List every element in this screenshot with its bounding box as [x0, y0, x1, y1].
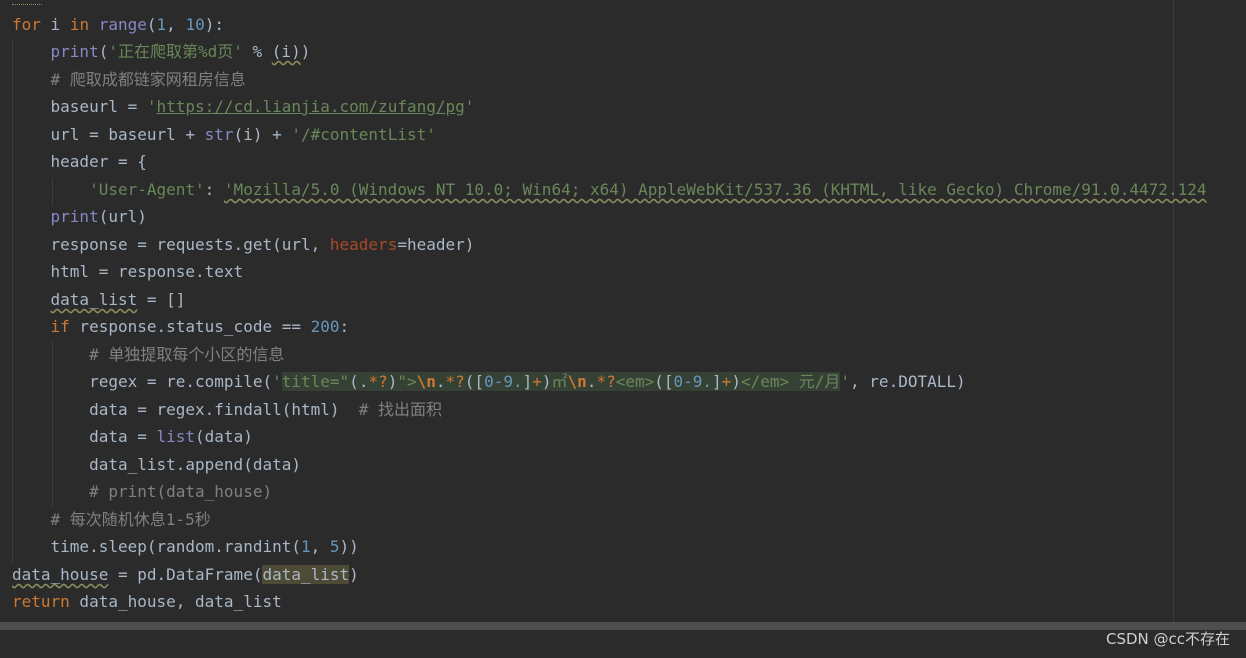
code-line-11[interactable]: data_list = []: [12, 286, 186, 313]
code-line-7[interactable]: 'User-Agent': 'Mozilla/5.0 (Windows NT 1…: [12, 176, 1206, 203]
code-line-9[interactable]: response = requests.get(url, headers=hea…: [12, 231, 475, 258]
watermark: CSDN @cc不存在: [1105, 630, 1230, 648]
code-line-10[interactable]: html = response.text: [12, 258, 244, 285]
code-line-2[interactable]: print('正在爬取第%d页' % (i)): [12, 38, 311, 65]
code-line-5[interactable]: url = baseurl + str(i) + '/#contentList': [12, 121, 436, 148]
code-editor[interactable]: for i in range(1, 10): print('正在爬取第%d页' …: [0, 0, 1246, 622]
code-line-17[interactable]: data_list.append(data): [12, 451, 301, 478]
code-line-22[interactable]: return data_house, data_list: [12, 588, 282, 615]
code-line-19[interactable]: # 每次随机休息1-5秒: [12, 506, 211, 533]
code-line-21[interactable]: data_house = pd.DataFrame(data_list): [12, 561, 359, 588]
code-line-16[interactable]: data = list(data): [12, 423, 253, 450]
code-line-14[interactable]: regex = re.compile('title="(.*?)">\n.*?(…: [12, 368, 966, 395]
code-line-13[interactable]: # 单独提取每个小区的信息: [12, 341, 284, 368]
code-line-15[interactable]: data = regex.findall(html) # 找出面积: [12, 396, 442, 423]
horizontal-scrollbar[interactable]: [0, 622, 1246, 630]
code-line-4[interactable]: baseurl = 'https://cd.lianjia.com/zufang…: [12, 93, 475, 120]
code-line-12[interactable]: if response.status_code == 200:: [12, 313, 350, 340]
code-line-8[interactable]: print(url): [12, 203, 147, 230]
code-line-1[interactable]: for i in range(1, 10):: [12, 11, 224, 38]
code-line-6[interactable]: header = {: [12, 148, 147, 175]
right-margin-guide: [1173, 0, 1174, 622]
scrollbar-thumb[interactable]: [0, 622, 1246, 630]
code-line-18[interactable]: # print(data_house): [12, 478, 272, 505]
code-line-20[interactable]: time.sleep(random.randint(1, 5)): [12, 533, 359, 560]
code-line-3[interactable]: # 爬取成都链家网租房信息: [12, 66, 246, 93]
squiggle-marker: [12, 0, 42, 5]
